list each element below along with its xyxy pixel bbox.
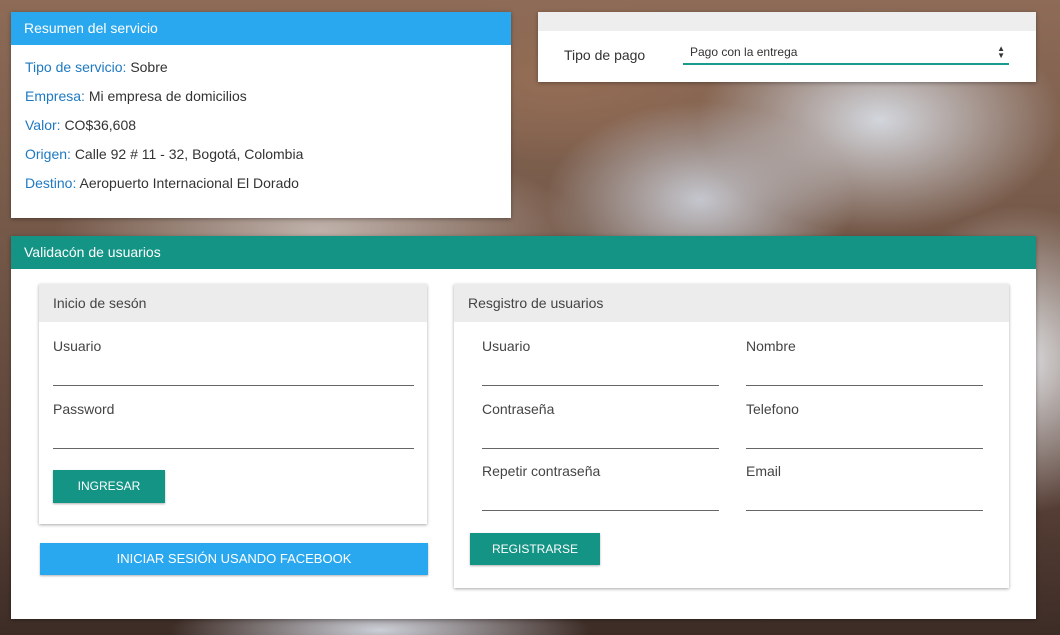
login-username-input[interactable] (53, 362, 414, 386)
register-phone-input[interactable] (746, 425, 983, 449)
payment-type-selected: Pago con la entrega (690, 45, 798, 59)
register-password-label: Contraseña (482, 401, 555, 417)
register-repeat-password-input[interactable] (482, 487, 719, 511)
register-username-label: Usuario (482, 338, 531, 354)
login-password-input[interactable] (53, 425, 414, 449)
login-panel: Inicio de sesón Usuario Password INGRESA… (39, 284, 427, 524)
register-name-label: Nombre (746, 338, 796, 354)
summary-label: Destino: (25, 175, 77, 191)
login-panel-header: Inicio de sesón (39, 284, 427, 322)
summary-value: Mi empresa de domicilios (88, 88, 247, 104)
register-username-input[interactable] (482, 362, 719, 386)
select-arrows-icon: ▲ ▼ (997, 44, 1005, 60)
register-panel-header: Resgistro de usuarios (454, 284, 1009, 322)
payment-type-select[interactable]: Pago con la entrega ▲ ▼ (683, 43, 1009, 65)
summary-value: CO$36,608 (64, 117, 137, 133)
register-panel: Resgistro de usuarios Usuario Nombre Con… (454, 284, 1009, 588)
summary-value: Aeropuerto Internacional El Dorado (79, 175, 299, 191)
login-submit-button[interactable]: INGRESAR (53, 470, 165, 503)
login-username-field: Usuario (53, 338, 414, 386)
payment-type-label: Tipo de pago (564, 47, 646, 63)
facebook-login-button[interactable]: INICIAR SESIÓN USANDO FACEBOOK (40, 543, 428, 575)
payment-card-strip (538, 12, 1036, 31)
summary-row-origin: Origen: Calle 92 # 11 - 32, Bogotá, Colo… (25, 140, 497, 169)
register-submit-button[interactable]: REGISTRARSE (470, 533, 600, 565)
register-phone-field: Telefono (746, 401, 983, 449)
register-password-input[interactable] (482, 425, 719, 449)
register-email-input[interactable] (746, 487, 983, 511)
user-validation-card: Validacón de usuarios Inicio de sesón Us… (11, 236, 1036, 619)
summary-value: Calle 92 # 11 - 32, Bogotá, Colombia (74, 146, 304, 162)
payment-type-card: Tipo de pago Pago con la entrega ▲ ▼ (538, 12, 1036, 82)
register-username-field: Usuario (482, 338, 719, 386)
service-summary-card: Resumen del servicio Tipo de servicio: S… (11, 12, 511, 218)
summary-row-service-type: Tipo de servicio: Sobre (25, 53, 497, 82)
register-email-label: Email (746, 463, 782, 479)
summary-value: Sobre (130, 59, 168, 75)
summary-label: Valor: (25, 117, 61, 133)
register-phone-label: Telefono (746, 401, 799, 417)
summary-row-destination: Destino: Aeropuerto Internacional El Dor… (25, 169, 497, 198)
register-name-field: Nombre (746, 338, 983, 386)
summary-row-value: Valor: CO$36,608 (25, 111, 497, 140)
register-repeat-password-label: Repetir contraseña (482, 463, 601, 479)
login-password-label: Password (53, 401, 115, 417)
user-validation-header: Validacón de usuarios (11, 236, 1036, 269)
login-username-label: Usuario (53, 338, 102, 354)
login-password-field: Password (53, 401, 414, 449)
service-summary-header: Resumen del servicio (11, 12, 511, 45)
summary-label: Origen: (25, 146, 71, 162)
summary-label: Tipo de servicio: (25, 59, 127, 75)
summary-label: Empresa: (25, 88, 85, 104)
register-repeat-password-field: Repetir contraseña (482, 463, 719, 511)
register-name-input[interactable] (746, 362, 983, 386)
register-email-field: Email (746, 463, 983, 511)
summary-row-company: Empresa: Mi empresa de domicilios (25, 82, 497, 111)
register-password-field: Contraseña (482, 401, 719, 449)
service-summary-list: Tipo de servicio: Sobre Empresa: Mi empr… (11, 45, 511, 198)
